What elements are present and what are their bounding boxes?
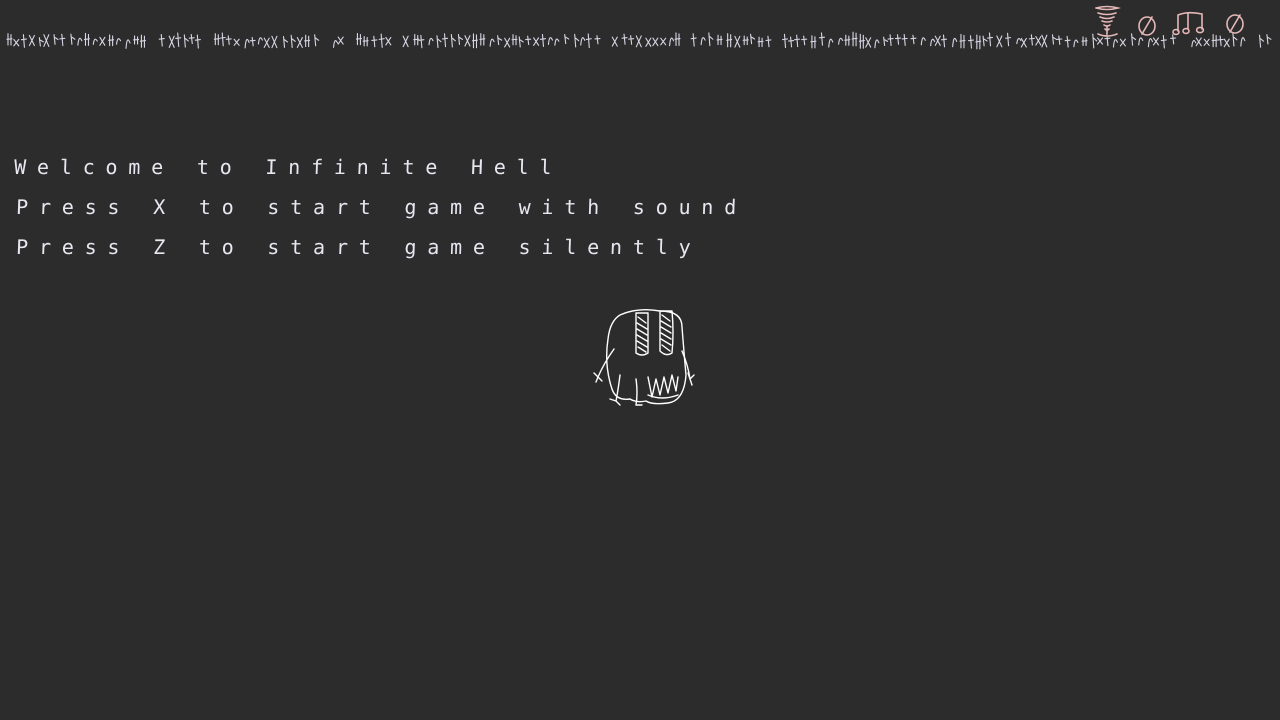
- creature-sprite: [593, 308, 695, 406]
- no-symbol-icon[interactable]: [1220, 8, 1250, 38]
- scribble-glyph-strip: [6, 31, 1272, 50]
- start-silently-option[interactable]: Press Z to start game silently: [13, 232, 747, 272]
- start-with-sound-option[interactable]: Press X to start game with sound: [13, 192, 748, 232]
- welcome-title: Welcome to Infinite Hell: [13, 155, 563, 179]
- main-menu: Welcome to Infinite Hell Press X to star…: [13, 152, 748, 272]
- no-symbol-icon[interactable]: [1132, 10, 1162, 40]
- top-right-icons: [1092, 4, 1250, 40]
- tornado-icon[interactable]: [1092, 4, 1122, 40]
- game-screen[interactable]: Welcome to Infinite Hell Press X to star…: [0, 0, 1280, 720]
- music-notes-icon[interactable]: [1172, 7, 1210, 39]
